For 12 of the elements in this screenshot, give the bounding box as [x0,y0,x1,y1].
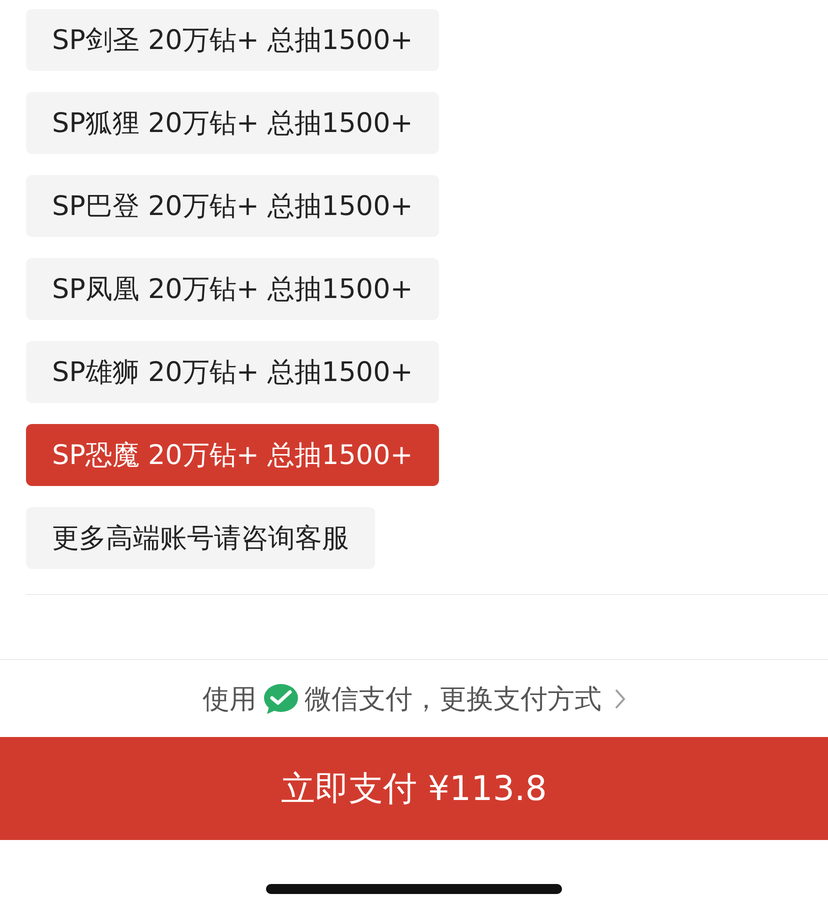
option-button[interactable]: 更多高端账号请咨询客服 [26,507,375,569]
payment-method-link[interactable]: 微信支付，更换支付方式 [304,680,602,716]
option-button[interactable]: SP剑圣 20万钻+ 总抽1500+ [26,9,439,71]
payment-prefix: 使用 [202,682,256,716]
option-button[interactable]: SP凤凰 20万钻+ 总抽1500+ [26,258,439,320]
pay-button[interactable]: 立即支付 ¥113.8 [0,737,828,840]
chevron-right-icon [614,688,626,710]
option-button[interactable]: SP恐魔 20万钻+ 总抽1500+ [26,424,439,486]
option-button[interactable]: SP雄狮 20万钻+ 总抽1500+ [26,341,439,403]
option-button[interactable]: SP狐狸 20万钻+ 总抽1500+ [26,92,439,154]
option-button[interactable]: SP巴登 20万钻+ 总抽1500+ [26,175,439,237]
chat-bubble-icon [262,682,298,714]
